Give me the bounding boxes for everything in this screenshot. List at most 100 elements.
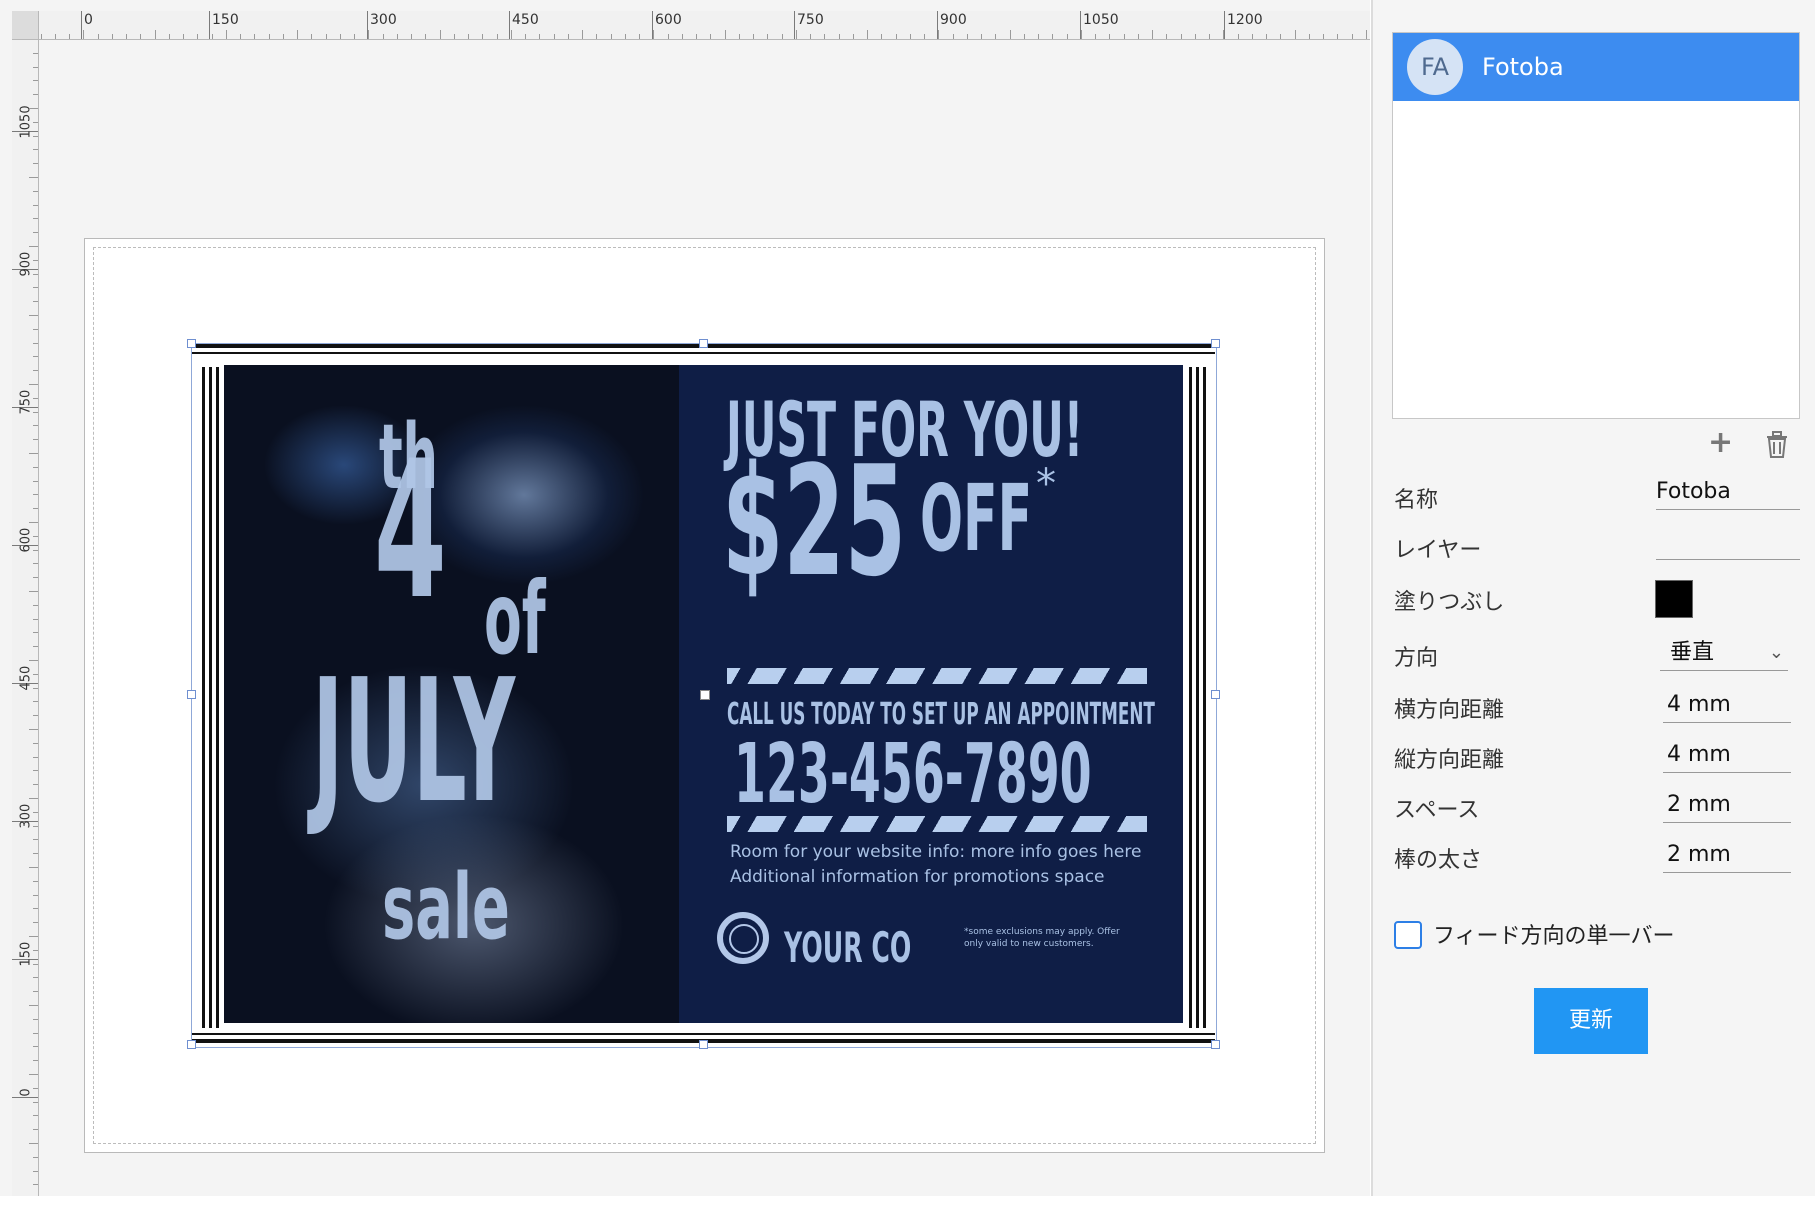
ruler-minor-tick [69, 34, 70, 39]
update-button[interactable]: 更新 [1534, 988, 1648, 1054]
ruler-minor-tick [33, 508, 38, 510]
ruler-minor-tick [33, 1018, 38, 1020]
ruler-minor-tick [33, 1156, 38, 1158]
name-field[interactable]: Fotoba [1656, 475, 1800, 510]
h-distance-label: 横方向距離 [1394, 698, 1505, 723]
ruler-minor-tick [33, 604, 38, 606]
ruler-minor-tick [33, 839, 38, 841]
ruler-minor-tick [33, 163, 38, 165]
ruler-minor-tick [33, 259, 38, 261]
ruler-minor-tick [33, 1170, 38, 1172]
ruler-minor-tick [824, 34, 826, 39]
ruler-minor-tick [154, 30, 156, 39]
ruler-minor-tick [33, 880, 38, 882]
ruler-label: 0 [84, 12, 93, 28]
resize-handle-sw[interactable] [187, 1040, 196, 1049]
ruler-minor-tick [1123, 34, 1125, 39]
resize-handle-ne[interactable] [1211, 339, 1220, 348]
ruler-minor-tick [33, 342, 38, 344]
ruler-minor-tick [1166, 34, 1168, 39]
ruler-minor-tick [924, 34, 925, 39]
ruler-label: 750 [18, 389, 34, 415]
ruler-minor-tick [33, 742, 38, 744]
ruler-tick: 900 [12, 252, 38, 277]
ruler-minor-tick [1323, 34, 1324, 39]
ruler-minor-tick [240, 34, 241, 39]
ruler-minor-tick [1337, 34, 1339, 39]
ruler-minor-tick [33, 577, 38, 579]
ruler-minor-tick [33, 1184, 38, 1186]
ruler-tick: 0 [81, 11, 93, 39]
ruler-tick: 0 [12, 1088, 38, 1098]
ruler-minor-tick [1023, 34, 1025, 39]
ruler-label: 1050 [18, 105, 34, 139]
ruler-minor-tick [33, 687, 38, 689]
ruler-label: 600 [18, 527, 34, 553]
name-label: 名称 [1394, 488, 1439, 513]
ruler-minor-tick [33, 356, 38, 358]
ruler-minor-tick [1152, 30, 1153, 39]
single-bar-checkbox[interactable] [1394, 921, 1422, 949]
ruler-minor-tick [40, 34, 42, 39]
ruler-minor-tick [567, 34, 569, 39]
ruler-minor-tick [981, 34, 982, 39]
layer-list[interactable]: FA Fotoba [1392, 32, 1800, 419]
direction-select[interactable]: 垂直 ⌄ [1660, 636, 1788, 671]
ruler-minor-tick [33, 370, 38, 372]
space-field[interactable]: 2 mm [1663, 788, 1791, 823]
ruler-minor-tick [781, 34, 783, 39]
ruler-minor-tick [795, 30, 797, 39]
ruler-minor-tick [453, 34, 455, 39]
bar-thickness-field[interactable]: 2 mm [1663, 838, 1791, 873]
ruler-minor-tick [29, 177, 38, 178]
ruler-minor-tick [1280, 34, 1282, 39]
resize-handle-w[interactable] [187, 690, 196, 699]
plus-icon[interactable]: + [1708, 428, 1733, 458]
v-distance-field[interactable]: 4 mm [1663, 738, 1791, 773]
ruler-minor-tick [33, 784, 38, 786]
fill-color-swatch[interactable] [1655, 580, 1693, 618]
resize-handle-n[interactable] [699, 339, 708, 348]
ruler-minor-tick [33, 701, 38, 703]
ruler-label: 150 [212, 12, 239, 28]
ruler-minor-tick [895, 34, 897, 39]
ruler-minor-tick [33, 232, 38, 234]
ruler-minor-tick [1237, 34, 1239, 39]
ruler-label: 600 [655, 12, 682, 28]
ruler-minor-tick [724, 30, 726, 39]
ruler-minor-tick [29, 867, 38, 868]
resize-handle-se[interactable] [1211, 1040, 1220, 1049]
editor-canvas-area[interactable]: 0 150 300 450 600 750 900 1050 1200 1050… [0, 0, 1370, 1196]
ruler-minor-tick [1038, 34, 1039, 39]
resize-handle-s[interactable] [699, 1040, 708, 1049]
ruler-minor-tick [1308, 34, 1310, 39]
ruler-minor-tick [539, 34, 541, 39]
ruler-minor-tick [33, 466, 38, 468]
ruler-minor-tick [33, 618, 38, 620]
ruler-minor-tick [1365, 30, 1367, 39]
ruler-minor-tick [1052, 34, 1054, 39]
layer-label: レイヤー [1394, 538, 1482, 563]
resize-handle-e[interactable] [1211, 690, 1220, 699]
ruler-minor-tick [29, 522, 38, 523]
ruler-minor-tick [33, 811, 38, 813]
ruler-minor-tick [482, 34, 484, 39]
trash-icon[interactable] [1764, 430, 1790, 464]
ruler-minor-tick [952, 34, 954, 39]
ruler-label: 450 [18, 665, 34, 691]
ruler-minor-tick [33, 673, 38, 675]
h-distance-field[interactable]: 4 mm [1663, 688, 1791, 723]
ruler-minor-tick [33, 121, 38, 123]
ruler-minor-tick [254, 34, 256, 39]
center-point-handle[interactable] [700, 690, 710, 700]
ruler-tick: 300 [12, 804, 38, 829]
layer-field[interactable] [1656, 525, 1800, 560]
ruler-minor-tick [33, 894, 38, 896]
properties-panel: FA Fotoba + 名称 Fotoba レイヤー 塗りつぶし 方向 垂直 ⌄… [1371, 0, 1815, 1196]
layer-item-fotoba[interactable]: FA Fotoba [1393, 33, 1799, 101]
ruler-minor-tick [33, 963, 38, 965]
ruler-minor-tick [1009, 30, 1011, 39]
ruler-minor-tick [33, 1129, 38, 1131]
resize-handle-nw[interactable] [187, 339, 196, 348]
ruler-minor-tick [1066, 34, 1068, 39]
